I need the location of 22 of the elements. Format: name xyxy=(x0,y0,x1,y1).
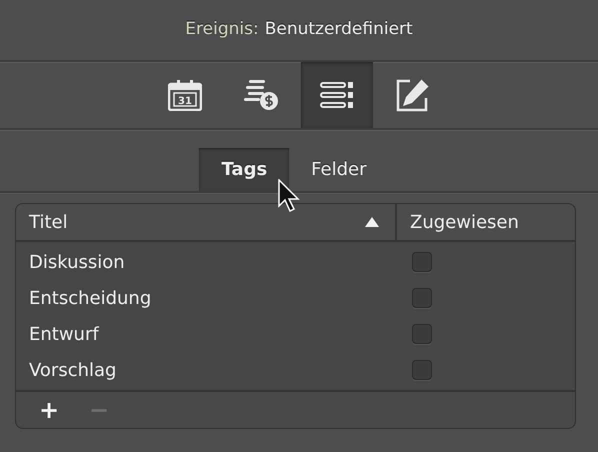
coin-stack-icon xyxy=(243,79,279,111)
header-label: Ereignis: xyxy=(185,18,259,42)
column-title: Titel xyxy=(29,210,68,234)
checkbox[interactable] xyxy=(412,288,432,308)
checkbox[interactable] xyxy=(412,360,432,380)
toolbar-button[interactable] xyxy=(301,62,373,128)
table-cell-text: Vorschlag xyxy=(28,358,118,382)
checkbox[interactable] xyxy=(412,324,432,344)
toolbar-button[interactable]: 31 xyxy=(149,62,221,128)
tab[interactable]: Tags xyxy=(199,148,290,191)
mouse-pointer-icon xyxy=(278,179,302,213)
header-value: Benutzerdefiniert xyxy=(264,18,413,42)
list-icon xyxy=(320,81,354,109)
tab[interactable]: Felder xyxy=(289,148,389,191)
column-title: Zugewiesen xyxy=(410,210,519,234)
table-cell-text: Diskussion xyxy=(28,250,126,274)
column-header[interactable]: Zugewiesen xyxy=(397,204,519,240)
table-cell-text: Entscheidung xyxy=(28,286,152,310)
edit-icon xyxy=(396,78,430,112)
table-cell-text: Entwurf xyxy=(28,322,100,346)
checkbox[interactable] xyxy=(412,252,432,272)
add-button[interactable]: + xyxy=(24,398,74,422)
